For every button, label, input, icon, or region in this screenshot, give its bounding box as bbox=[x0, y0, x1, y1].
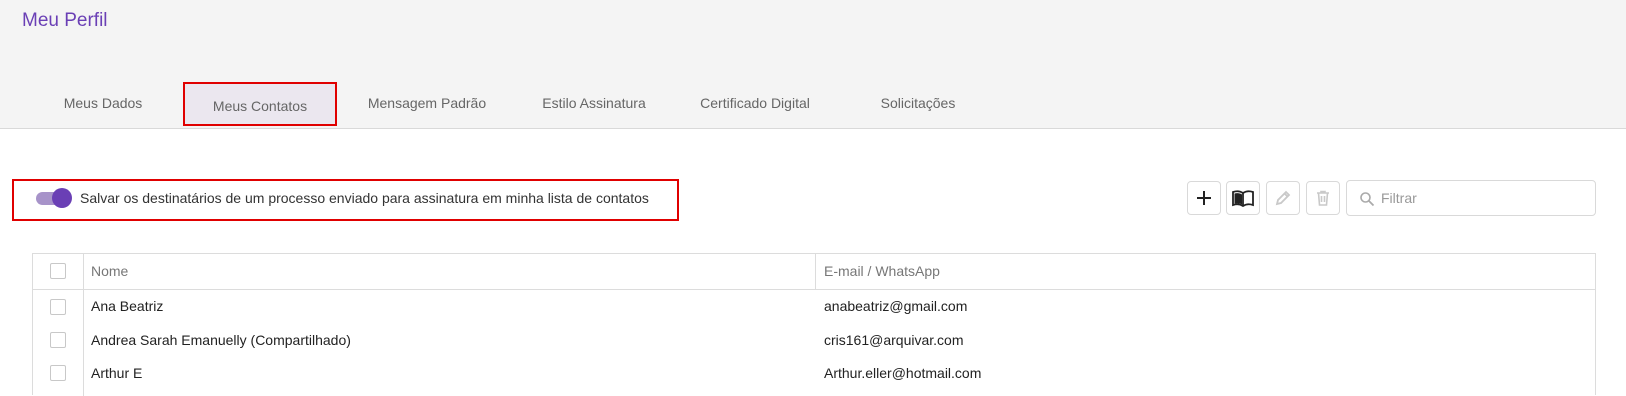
contact-name: Andrea Sarah Emanuelly (Compartilhado) bbox=[91, 332, 351, 348]
save-recipients-label: Salvar os destinatários de um processo e… bbox=[80, 190, 649, 206]
plus-icon bbox=[1197, 191, 1211, 205]
tab-estilo-assinatura[interactable]: Estilo Assinatura bbox=[520, 88, 668, 118]
contact-email: Arthur.eller@hotmail.com bbox=[824, 365, 982, 381]
address-book-button[interactable] bbox=[1226, 181, 1260, 215]
contact-email: cris161@arquivar.com bbox=[824, 332, 964, 348]
contact-email: anabeatriz@gmail.com bbox=[824, 298, 968, 314]
column-header-email[interactable]: E-mail / WhatsApp bbox=[824, 263, 940, 279]
tab-certificado-digital[interactable]: Certificado Digital bbox=[680, 88, 830, 118]
table-row[interactable]: Andrea Sarah Emanuelly (Compartilhado) c… bbox=[33, 324, 1595, 358]
page-title: Meu Perfil bbox=[22, 10, 108, 31]
search-icon bbox=[1360, 192, 1375, 207]
column-header-name[interactable]: Nome bbox=[91, 263, 128, 279]
row-checkbox[interactable] bbox=[50, 332, 66, 348]
table-header: Nome E-mail / WhatsApp bbox=[33, 254, 1595, 290]
table-row[interactable]: Arthur E Arthur.eller@hotmail.com bbox=[33, 357, 1595, 391]
pencil-icon bbox=[1275, 190, 1291, 206]
filter-field[interactable] bbox=[1346, 180, 1596, 216]
save-recipients-toggle[interactable] bbox=[36, 188, 72, 208]
column-divider bbox=[815, 254, 816, 290]
edit-contact-button[interactable] bbox=[1266, 181, 1300, 215]
tab-meus-contatos[interactable]: Meus Contatos bbox=[183, 82, 337, 126]
contacts-table: Nome E-mail / WhatsApp Ana Beatriz anabe… bbox=[32, 253, 1596, 396]
tab-solicitacoes[interactable]: Solicitações bbox=[848, 88, 988, 118]
toggle-knob bbox=[52, 188, 72, 208]
row-checkbox[interactable] bbox=[50, 365, 66, 381]
add-contact-button[interactable] bbox=[1187, 181, 1221, 215]
tab-meus-dados[interactable]: Meus Dados bbox=[40, 88, 166, 118]
trash-icon bbox=[1317, 190, 1329, 206]
row-checkbox[interactable] bbox=[50, 299, 66, 315]
table-row[interactable]: Ana Beatriz anabeatriz@gmail.com bbox=[33, 290, 1595, 324]
contact-name: Arthur E bbox=[91, 365, 143, 381]
tab-mensagem-padrao[interactable]: Mensagem Padrão bbox=[350, 88, 504, 118]
select-all-checkbox[interactable] bbox=[50, 263, 66, 279]
delete-contact-button[interactable] bbox=[1306, 181, 1340, 215]
contact-name: Ana Beatriz bbox=[91, 298, 164, 314]
book-icon bbox=[1232, 190, 1254, 207]
filter-input[interactable] bbox=[1381, 188, 1581, 208]
